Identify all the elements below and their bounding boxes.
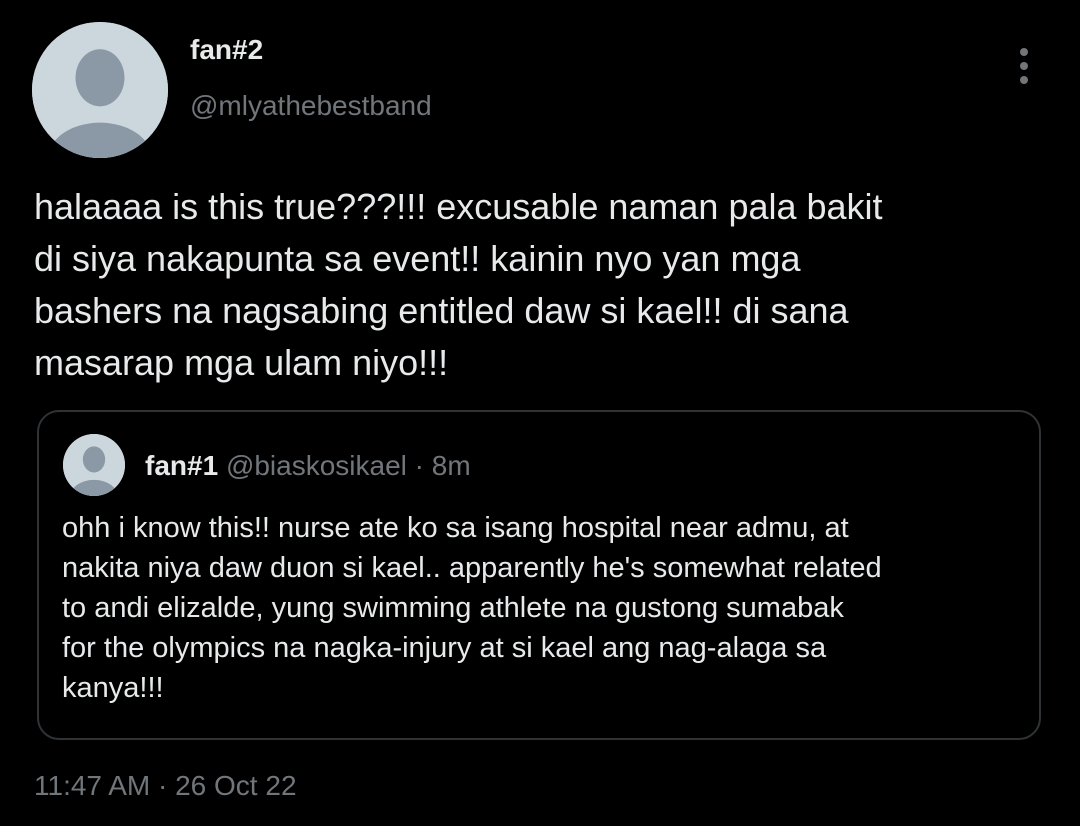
quoted-tweet-header: fan#1 @biaskosikael · 8m (145, 448, 471, 484)
tweet-text: halaaaa is this true???!!! excusable nam… (34, 186, 883, 383)
quoted-author-handle[interactable]: @biaskosikael (226, 450, 407, 481)
quoted-tweet-time[interactable]: 8m (432, 450, 471, 481)
quoted-tweet-card[interactable]: fan#1 @biaskosikael · 8m ohh i know this… (37, 410, 1041, 740)
header-separator: · (414, 450, 424, 481)
quoted-author-avatar[interactable] (63, 434, 125, 496)
author-avatar[interactable] (32, 22, 168, 158)
more-options-button[interactable] (1008, 44, 1040, 88)
quoted-author-display-name[interactable]: fan#1 (145, 450, 218, 481)
default-profile-icon (32, 22, 168, 158)
author-display-name[interactable]: fan#2 (190, 34, 263, 66)
more-options-icon (1020, 48, 1028, 84)
author-handle[interactable]: @mlyathebestband (190, 90, 432, 122)
default-profile-icon (63, 434, 125, 496)
tweet-timestamp[interactable]: 11:47 AM · 26 Oct 22 (34, 770, 297, 802)
quoted-tweet-text: ohh i know this!! nurse ate ko sa isang … (62, 512, 882, 704)
